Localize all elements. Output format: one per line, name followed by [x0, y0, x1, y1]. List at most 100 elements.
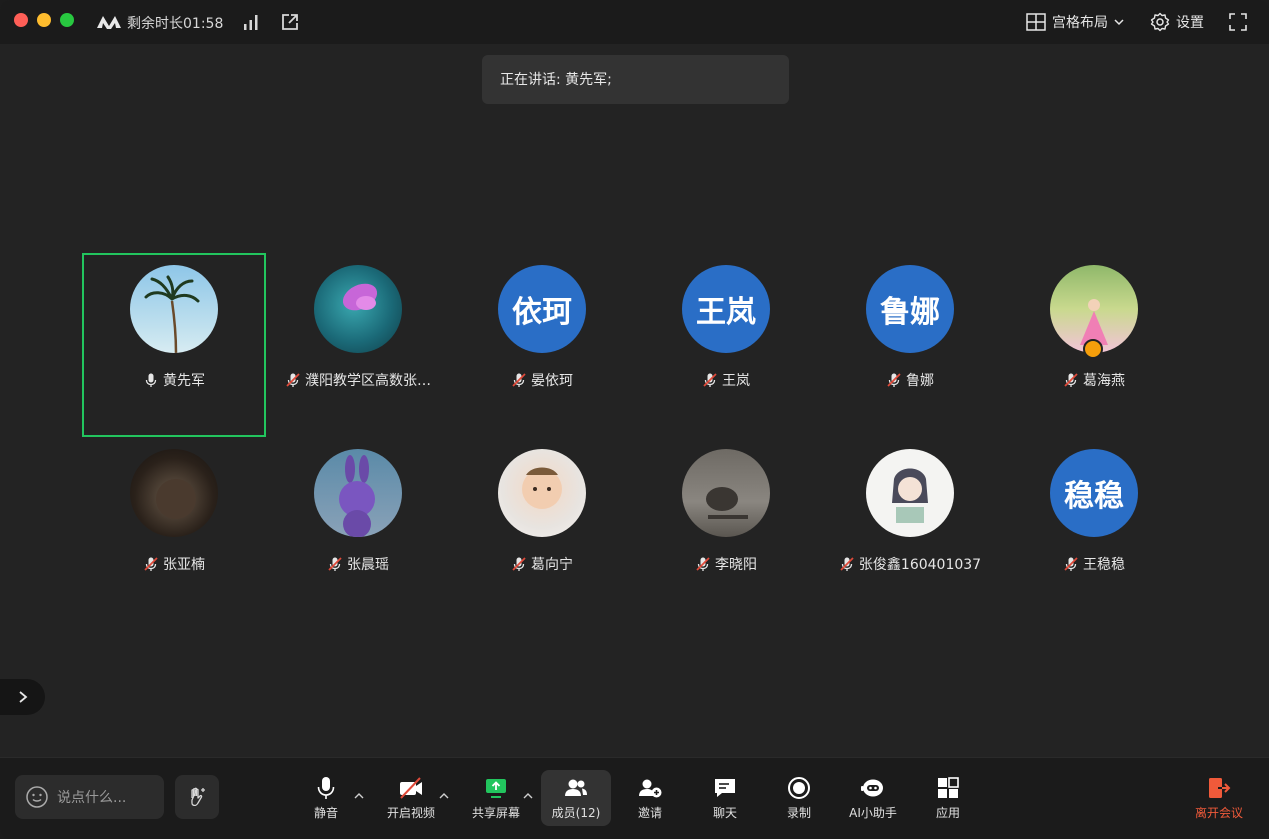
- child-photo-avatar-image: [156, 479, 196, 519]
- participant-name: 张亚楠: [163, 557, 205, 573]
- chat-button[interactable]: 聊天: [690, 770, 760, 826]
- microphone-muted-icon: [144, 557, 158, 571]
- invite-user-icon: [639, 779, 662, 798]
- participant-name-row: 濮阳教学区高数张…: [266, 370, 450, 390]
- microphone-muted-icon: [703, 373, 717, 387]
- participant-tile[interactable]: 依珂 晏依珂: [450, 253, 634, 437]
- speaking-text: 正在讲话: 黄先军;: [500, 72, 612, 88]
- ai-assistant-icon: [861, 779, 883, 797]
- window-controls: [14, 13, 74, 27]
- expand-sidebar-button[interactable]: [0, 679, 45, 715]
- microphone-muted-icon: [696, 557, 710, 571]
- grid-layout-button[interactable]: 宫格布局: [1026, 10, 1124, 34]
- video-off-icon: [400, 777, 422, 799]
- participant-name-row: 晏依珂: [450, 370, 634, 390]
- raise-hand-button[interactable]: [175, 775, 219, 819]
- settings-button[interactable]: 设置: [1150, 10, 1204, 34]
- elephant-avatar-image: [706, 487, 748, 519]
- chevron-down-icon: [1114, 19, 1124, 26]
- record-icon: [788, 777, 810, 799]
- remaining-time: 剩余时长01:58: [127, 16, 224, 32]
- popout-icon[interactable]: [280, 12, 300, 32]
- participant-tile[interactable]: 李晓阳: [634, 437, 818, 621]
- leave-meeting-button[interactable]: 离开会议: [1184, 770, 1254, 826]
- members-label: 成员(12): [551, 806, 601, 820]
- signal-strength-icon[interactable]: [242, 13, 260, 31]
- participant-tile[interactable]: 张晨瑶: [266, 437, 450, 621]
- avatar: [130, 449, 218, 537]
- close-window-button[interactable]: [14, 13, 28, 27]
- baby-avatar-image: [522, 467, 562, 509]
- leave-icon: [1209, 778, 1231, 798]
- share-screen-button[interactable]: 共享屏幕: [461, 770, 531, 826]
- participant-tile[interactable]: 稳稳 王稳稳: [1002, 437, 1186, 621]
- chat-icon: [715, 779, 735, 797]
- participant-tile[interactable]: 濮阳教学区高数张…: [266, 253, 450, 437]
- emoji-icon: [26, 786, 48, 808]
- apps-button[interactable]: 应用: [913, 770, 983, 826]
- invite-label: 邀请: [637, 806, 662, 820]
- apps-label: 应用: [935, 806, 960, 820]
- avatar: 鲁娜: [866, 265, 954, 353]
- grid-layout-icon: [1026, 13, 1046, 31]
- minimize-window-button[interactable]: [37, 13, 51, 27]
- microphone-muted-icon: [512, 557, 526, 571]
- participant-name-row: 张俊鑫160401037: [818, 554, 1002, 574]
- participant-name: 濮阳教学区高数张…: [305, 373, 431, 389]
- microphone-muted-icon: [840, 557, 854, 571]
- participant-name: 王岚: [722, 373, 750, 389]
- quick-chat-placeholder: 说点什么...: [57, 790, 127, 806]
- apps-grid-icon: [938, 777, 959, 798]
- flower-avatar-image: [342, 283, 378, 311]
- participant-tile[interactable]: 王岚 王岚: [634, 253, 818, 437]
- palm-tree-avatar-image: [144, 275, 200, 353]
- mute-options-caret-icon[interactable]: [353, 790, 365, 802]
- participant-name-row: 葛海燕: [1002, 370, 1186, 390]
- share-screen-icon: [486, 779, 506, 798]
- participant-name-row: 张亚楠: [82, 554, 266, 574]
- participant-name: 鲁娜: [906, 373, 934, 389]
- participant-tile[interactable]: 葛海燕: [1002, 253, 1186, 437]
- microphone-muted-icon: [328, 557, 342, 571]
- video-options-caret-icon[interactable]: [438, 790, 450, 802]
- participant-tile[interactable]: 张亚楠: [82, 437, 266, 621]
- maximize-window-button[interactable]: [60, 13, 74, 27]
- participant-name: 黄先军: [163, 373, 205, 389]
- fullscreen-icon[interactable]: [1228, 12, 1248, 32]
- microphone-muted-icon: [512, 373, 526, 387]
- participant-name: 张俊鑫160401037: [858, 557, 982, 573]
- ai-assistant-button[interactable]: AI小助手: [838, 770, 908, 826]
- participant-name: 李晓阳: [715, 557, 757, 573]
- share-screen-label: 共享屏幕: [471, 806, 520, 820]
- participant-name: 葛海燕: [1083, 373, 1125, 389]
- bunny-avatar-image: [339, 455, 375, 537]
- participant-name-row: 李晓阳: [634, 554, 818, 574]
- participant-tile[interactable]: 张俊鑫160401037: [818, 437, 1002, 621]
- microphone-icon: [317, 777, 335, 799]
- avatar: 依珂: [498, 265, 586, 353]
- avatar: [498, 449, 586, 537]
- microphone-muted-icon: [887, 373, 901, 387]
- members-button[interactable]: 成员(12): [541, 770, 611, 826]
- gear-icon: [1150, 12, 1170, 32]
- meeting-window: 剩余时长01:58 宫格布局 设置 正在讲话: 黄先军; 黄先军 濮阳教学区高数…: [0, 0, 1269, 839]
- quick-chat-input[interactable]: 说点什么...: [15, 775, 164, 819]
- mute-label: 静音: [313, 806, 338, 820]
- participant-tile[interactable]: 黄先军: [82, 253, 266, 437]
- participant-tile[interactable]: 鲁娜 鲁娜: [818, 253, 1002, 437]
- participant-name-row: 王岚: [634, 370, 818, 390]
- avatar: 稳稳: [1050, 449, 1138, 537]
- record-button[interactable]: 录制: [764, 770, 834, 826]
- invite-button[interactable]: 邀请: [615, 770, 685, 826]
- share-options-caret-icon[interactable]: [522, 790, 534, 802]
- settings-label: 设置: [1176, 15, 1204, 31]
- avatar: [682, 449, 770, 537]
- participant-name: 葛向宁: [531, 557, 573, 573]
- mute-button[interactable]: 静音: [291, 770, 361, 826]
- participant-name-row: 王稳稳: [1002, 554, 1186, 574]
- start-video-button[interactable]: 开启视频: [376, 770, 446, 826]
- avatar: [314, 449, 402, 537]
- participant-tile[interactable]: 葛向宁: [450, 437, 634, 621]
- record-label: 录制: [786, 806, 811, 820]
- participant-name-row: 鲁娜: [818, 370, 1002, 390]
